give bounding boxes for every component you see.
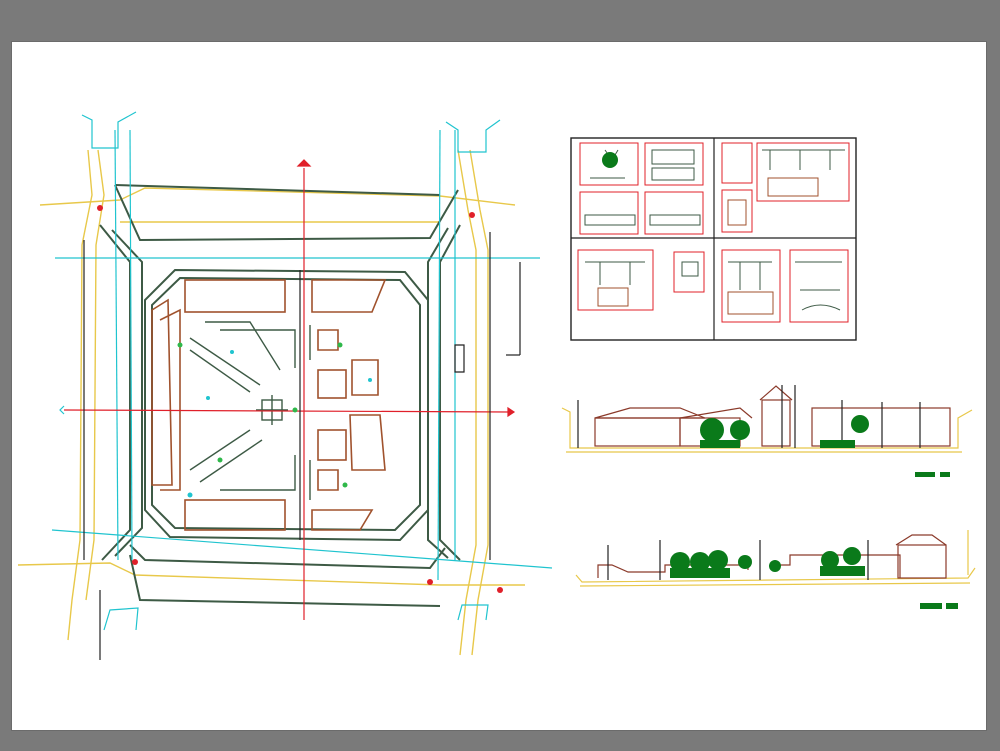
details-sheet[interactable]: [570, 137, 857, 341]
elevation-2-trees: [670, 547, 865, 578]
site-plan[interactable]: [17, 111, 553, 660]
outer-walls: [99, 184, 461, 607]
cad-viewport[interactable]: [0, 0, 1000, 751]
elevation-1-label: [915, 472, 935, 477]
axis-lines: [59, 159, 516, 620]
elevation-2[interactable]: [575, 530, 976, 609]
elevation-2-label: [920, 603, 942, 609]
planters: [151, 279, 387, 531]
elevation-1-trees: [700, 415, 869, 448]
drawing-canvas[interactable]: [0, 0, 1000, 751]
elevation-1[interactable]: [561, 385, 973, 477]
